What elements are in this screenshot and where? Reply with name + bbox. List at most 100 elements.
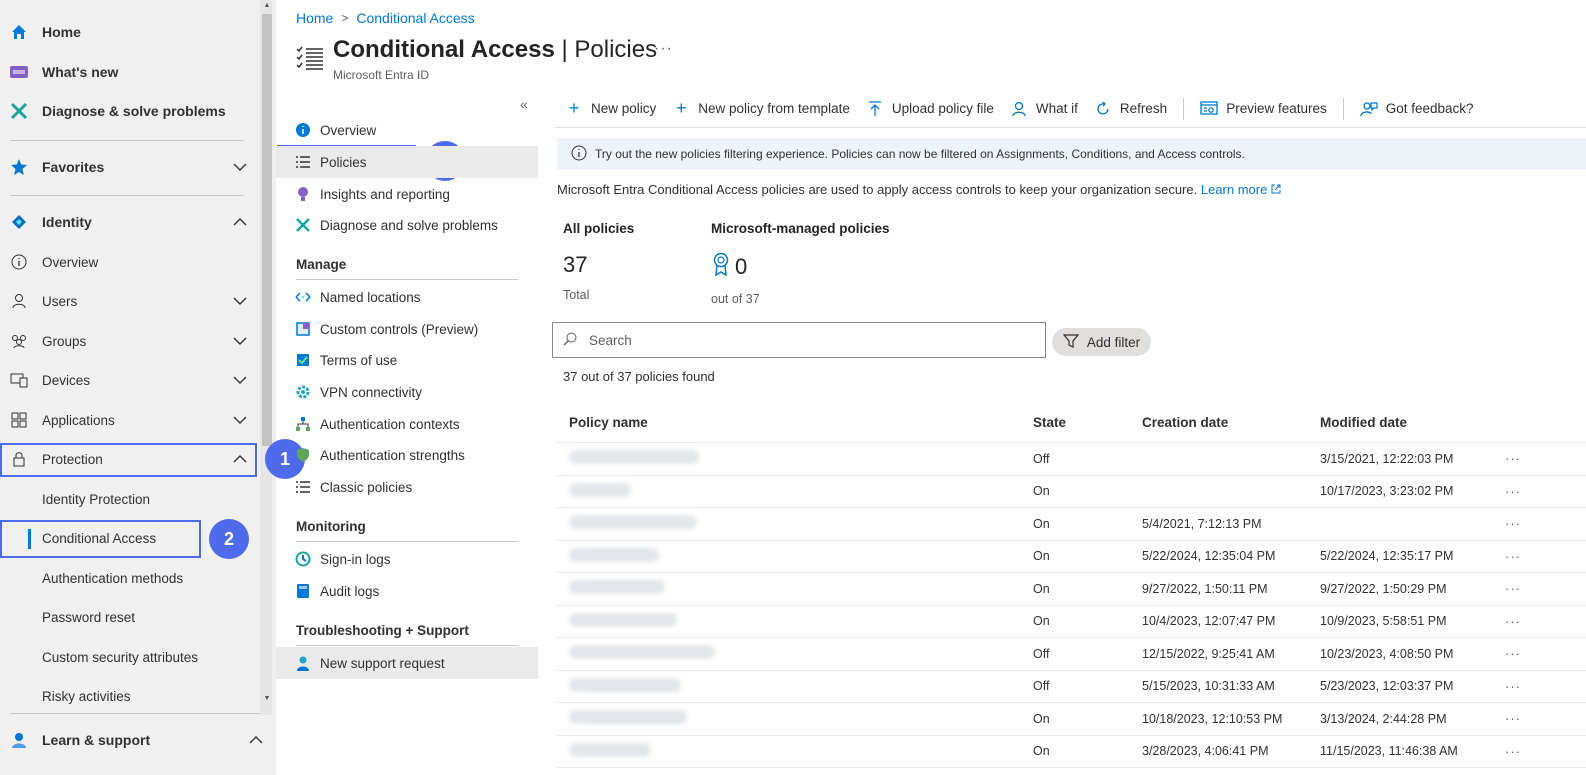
chevron-down-icon[interactable]: [232, 159, 248, 175]
policy-name-cell[interactable]: [557, 482, 1033, 500]
nav-home[interactable]: Home: [0, 13, 260, 51]
collapse-menu-icon[interactable]: «: [520, 96, 528, 112]
redacted-policy-name[interactable]: [569, 742, 651, 757]
nav-risky-activities[interactable]: Risky activities: [0, 677, 260, 715]
scroll-up-icon[interactable]: ▲: [262, 2, 272, 9]
policy-name-cell[interactable]: [557, 580, 1033, 597]
policy-name-cell[interactable]: [557, 677, 1033, 695]
nav-users[interactable]: Users: [0, 282, 260, 320]
redacted-policy-name[interactable]: [569, 612, 677, 627]
menu-terms-of-use[interactable]: Terms of use: [276, 344, 538, 376]
table-row[interactable]: On 10/17/2023, 3:23:02 PM ···: [557, 476, 1586, 508]
chevron-down-icon[interactable]: [232, 293, 248, 309]
table-row[interactable]: Off 5/15/2023, 10:31:33 AM 5/23/2023, 12:0…: [557, 671, 1586, 703]
nav-whats-new[interactable]: What's new: [0, 53, 260, 91]
table-row[interactable]: On 10/4/2023, 12:07:47 PM 10/9/2023, 5:58:…: [557, 606, 1586, 638]
scrollbar-thumb[interactable]: [262, 14, 272, 446]
nav-diagnose[interactable]: Diagnose & solve problems: [0, 92, 260, 130]
policy-name-cell[interactable]: [557, 710, 1033, 727]
table-row[interactable]: Off 12/15/2022, 9:25:41 AM 10/23/2023, 4:0…: [557, 638, 1586, 671]
policy-name-cell[interactable]: [557, 450, 1033, 467]
redacted-policy-name[interactable]: [569, 547, 659, 562]
column-state[interactable]: State: [1033, 415, 1142, 430]
more-options-icon[interactable]: ···: [654, 40, 673, 58]
menu-audit-logs[interactable]: Audit logs: [276, 575, 538, 607]
chevron-up-icon[interactable]: [232, 214, 248, 230]
nav-devices[interactable]: Devices: [0, 361, 260, 399]
menu-signin-logs[interactable]: Sign-in logs: [276, 543, 538, 575]
table-row[interactable]: On 9/27/2022, 1:50:11 PM 9/27/2022, 1:50:2…: [557, 573, 1586, 606]
menu-vpn[interactable]: VPN connectivity: [276, 376, 538, 408]
redacted-policy-name[interactable]: [569, 580, 665, 595]
nav-custom-security-attributes[interactable]: Custom security attributes: [0, 638, 260, 676]
column-modified-date[interactable]: Modified date: [1320, 415, 1505, 430]
row-more-options-icon[interactable]: ···: [1505, 744, 1545, 759]
row-more-options-icon[interactable]: ···: [1505, 679, 1545, 694]
policy-name-cell[interactable]: [557, 742, 1033, 760]
row-more-options-icon[interactable]: ···: [1505, 614, 1545, 629]
table-row[interactable]: On 3/28/2023, 4:06:41 PM 11/15/2023, 11:46…: [557, 736, 1586, 768]
menu-overview[interactable]: Overview: [276, 114, 538, 146]
policy-name-cell[interactable]: [557, 645, 1033, 662]
learn-more-link[interactable]: Learn more: [1201, 182, 1267, 197]
redacted-policy-name[interactable]: [569, 677, 681, 692]
row-more-options-icon[interactable]: ···: [1505, 646, 1545, 661]
nav-password-reset[interactable]: Password reset: [0, 598, 260, 636]
menu-policies[interactable]: Policies: [276, 146, 538, 178]
new-policy-from-template-button[interactable]: + New policy from template: [672, 98, 850, 119]
refresh-button[interactable]: Refresh: [1094, 101, 1167, 117]
add-filter-button[interactable]: Add filter: [1052, 328, 1151, 356]
menu-insights[interactable]: Insights and reporting: [276, 178, 538, 210]
menu-auth-strengths[interactable]: Authentication strengths: [276, 439, 538, 471]
redacted-policy-name[interactable]: [569, 482, 631, 497]
got-feedback-button[interactable]: Got feedback?: [1360, 101, 1474, 117]
breadcrumb-conditional-access[interactable]: Conditional Access: [356, 10, 474, 26]
nav-groups[interactable]: Groups: [0, 322, 260, 360]
menu-classic-policies[interactable]: Classic policies: [276, 471, 538, 503]
nav-identity[interactable]: Identity: [0, 203, 260, 241]
search-input[interactable]: [589, 332, 1009, 348]
external-link-icon[interactable]: [1271, 182, 1281, 197]
row-more-options-icon[interactable]: ···: [1505, 484, 1545, 499]
policy-name-cell[interactable]: [557, 547, 1033, 565]
column-creation-date[interactable]: Creation date: [1142, 415, 1320, 430]
nav-authentication-methods[interactable]: Authentication methods: [0, 559, 260, 597]
row-more-options-icon[interactable]: ···: [1505, 516, 1545, 531]
menu-named-locations[interactable]: Named locations: [276, 281, 538, 313]
breadcrumb-home[interactable]: Home: [296, 10, 333, 26]
column-policy-name[interactable]: Policy name: [557, 415, 1033, 430]
row-more-options-icon[interactable]: ···: [1505, 549, 1545, 564]
chevron-down-icon[interactable]: [232, 333, 248, 349]
redacted-policy-name[interactable]: [569, 645, 715, 660]
chevron-up-icon[interactable]: [248, 732, 264, 748]
new-policy-button[interactable]: + New policy: [565, 98, 657, 119]
row-more-options-icon[interactable]: ···: [1505, 581, 1545, 596]
menu-diagnose[interactable]: Diagnose and solve problems: [276, 209, 538, 241]
what-if-button[interactable]: What if: [1010, 101, 1078, 117]
menu-custom-controls[interactable]: Custom controls (Preview): [276, 313, 538, 345]
nav-favorites[interactable]: Favorites: [0, 148, 260, 186]
table-row[interactable]: On 5/22/2024, 12:35:04 PM 5/22/2024, 12:35…: [557, 541, 1586, 573]
policy-name-cell[interactable]: [557, 612, 1033, 630]
nav-overview[interactable]: Overview: [0, 243, 260, 281]
nav-learn-support[interactable]: Learn & support: [0, 721, 276, 759]
row-more-options-icon[interactable]: ···: [1505, 711, 1545, 726]
policy-name-cell[interactable]: [557, 515, 1033, 532]
menu-new-support-request[interactable]: New support request: [276, 647, 538, 679]
left-nav-scrollbar[interactable]: ▲ ▼: [260, 0, 272, 715]
row-more-options-icon[interactable]: ···: [1505, 451, 1545, 466]
table-row[interactable]: Off 3/15/2021, 12:22:03 PM ···: [557, 443, 1586, 476]
nav-applications[interactable]: Applications: [0, 401, 260, 439]
preview-features-button[interactable]: Preview features: [1200, 100, 1327, 117]
upload-policy-file-button[interactable]: Upload policy file: [866, 100, 994, 117]
table-row[interactable]: On 10/18/2023, 12:10:53 PM 3/13/2024, 2:44…: [557, 703, 1586, 736]
table-row[interactable]: On 5/4/2021, 7:12:13 PM ···: [557, 508, 1586, 541]
nav-identity-protection[interactable]: Identity Protection: [0, 480, 260, 518]
chevron-down-icon[interactable]: [232, 372, 248, 388]
redacted-policy-name[interactable]: [569, 450, 699, 465]
chevron-down-icon[interactable]: [232, 412, 248, 428]
menu-auth-contexts[interactable]: Authentication contexts: [276, 408, 538, 440]
redacted-policy-name[interactable]: [569, 515, 697, 530]
search-box[interactable]: [552, 322, 1046, 358]
redacted-policy-name[interactable]: [569, 710, 687, 725]
